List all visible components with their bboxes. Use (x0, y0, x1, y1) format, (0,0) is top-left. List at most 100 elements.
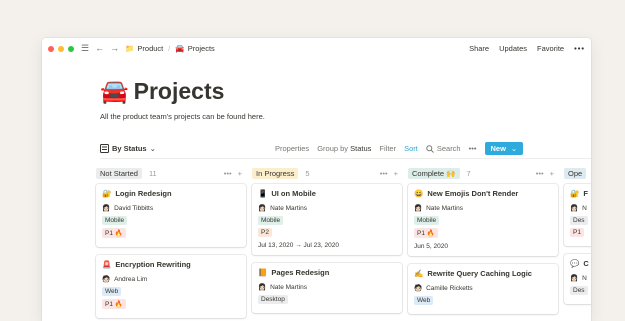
card-title: 💬 C (570, 259, 591, 268)
folder-icon: 📁 (125, 44, 135, 53)
updates-button[interactable]: Updates (499, 44, 527, 53)
column-more-button[interactable]: ••• (536, 169, 544, 178)
assignee-name: David Tibbitts (114, 204, 154, 212)
add-card-icon[interactable]: + (238, 169, 242, 178)
search-button[interactable]: Search (426, 144, 461, 153)
status-tag[interactable]: In Progress (252, 167, 299, 179)
column-more-button[interactable]: ••• (380, 169, 388, 178)
share-button[interactable]: Share (469, 44, 489, 53)
avatar: 👩🏻 (570, 275, 579, 282)
tag-list: Des P1 (570, 216, 591, 240)
card-emoji-icon: 🚨 (102, 260, 112, 269)
minimize-window-button[interactable] (58, 45, 64, 52)
card-title-text: Encryption Rewriting (115, 260, 191, 269)
page-title-text[interactable]: Projects (134, 80, 225, 103)
project-card[interactable]: 📱 UI on Mobile 👩🏻 Nate Martins Mobile P2 Jul 1… (252, 184, 402, 255)
card-emoji-icon: 🔐 (102, 189, 112, 198)
board-column: Complete 🙌 7 ••• + 😀 New Emojis Don't Render 👩… (408, 166, 558, 321)
assignee: 🧑🏻 Camille Ricketts (414, 284, 552, 293)
group-by-button[interactable]: Group by Status (317, 144, 371, 153)
card-emoji-icon: 🔐 (570, 189, 580, 198)
chevron-down-icon: ⌄ (149, 144, 156, 153)
avatar: 👩🏻 (258, 284, 267, 291)
project-card[interactable]: 📙 Pages Redesign 👩🏻 Nate Martins Desktop (252, 263, 402, 313)
status-tag[interactable]: Not Started (96, 167, 142, 179)
card-title: 😀 New Emojis Don't Render (414, 189, 552, 198)
forward-arrow-icon[interactable]: → (110, 44, 119, 53)
column-count: 11 (148, 168, 157, 178)
view-more-button[interactable]: ••• (469, 144, 477, 153)
favorite-button[interactable]: Favorite (537, 44, 564, 53)
board-column: Ope 🔐 F 👩🏻 N Des P1 💬 C 👩🏻 N Des (564, 166, 591, 321)
properties-button[interactable]: Properties (275, 144, 309, 153)
column-actions: ••• + (380, 169, 398, 178)
search-label: Search (436, 144, 461, 153)
new-button[interactable]: New ⌄ (484, 142, 524, 155)
tag-list: Web P1 🔥 (102, 287, 240, 312)
column-count: 5 (305, 168, 310, 178)
column-header: Complete 🙌 7 ••• + (408, 166, 558, 180)
page-header: 🚘 Projects All the product team's projec… (42, 59, 591, 122)
project-card[interactable]: 😀 New Emojis Don't Render 👩🏻 Nate Martins Mo… (408, 184, 558, 256)
breadcrumb-product[interactable]: Product (137, 44, 163, 53)
assignee-name: Nate Martins (426, 204, 463, 212)
new-button-label: New (490, 144, 506, 153)
status-tag[interactable]: Ope (564, 167, 587, 179)
assignee-name: Nate Martins (270, 204, 307, 212)
more-options-button[interactable]: ••• (574, 44, 585, 53)
assignee: 👩🏻 Nate Martins (258, 204, 396, 213)
column-more-button[interactable]: ••• (224, 169, 232, 178)
assignee: 👩🏻 N (570, 204, 591, 213)
priority-tag: P2 (258, 228, 272, 237)
board-column: In Progress 5 ••• + 📱 UI on Mobile 👩🏻 Nate Mart… (252, 166, 402, 321)
card-date: Jul 13, 2020 → Jul 23, 2020 (258, 242, 339, 249)
project-card[interactable]: ✍️ Rewrite Query Caching Logic 🧑🏻 Camille R… (408, 264, 558, 314)
platform-tag: Mobile (258, 216, 284, 225)
project-card[interactable]: 💬 C 👩🏻 N Des (564, 254, 591, 304)
project-card[interactable]: 🔐 F 👩🏻 N Des P1 (564, 184, 591, 246)
filter-button[interactable]: Filter (379, 144, 396, 153)
card-emoji-icon: 😀 (414, 189, 424, 198)
maximize-window-button[interactable] (68, 45, 74, 52)
sort-button[interactable]: Sort (404, 144, 418, 153)
add-card-icon[interactable]: + (550, 169, 554, 178)
card-title: 📱 UI on Mobile (258, 189, 396, 198)
project-card[interactable]: 🚨 Encryption Rewriting 🧑🏻 Andrea Lim Web P1 🔥 (96, 255, 246, 318)
close-window-button[interactable] (48, 45, 54, 52)
project-card[interactable]: 🔐 Login Redesign 👩🏻 David Tibbitts Mobile P1 … (96, 184, 246, 247)
status-tag[interactable]: Complete 🙌 (408, 167, 460, 179)
assignee: 👩🏻 David Tibbitts (102, 204, 240, 213)
breadcrumb-separator: / (168, 44, 171, 53)
avatar: 🧑🏻 (102, 276, 111, 283)
avatar: 👩🏻 (414, 205, 423, 212)
app-window: ☰ ← → 📁 Product / 🚘 Projects Share Updat… (42, 38, 591, 321)
view-selector[interactable]: By Status ⌄ (100, 144, 156, 153)
card-title-text: F (583, 189, 588, 198)
menu-icon[interactable]: ☰ (81, 44, 89, 53)
kanban-board: Not Started 11 ••• + 🔐 Login Redesign 👩🏻 David … (96, 166, 591, 321)
card-title-text: New Emojis Don't Render (427, 189, 519, 198)
assignee-name: N (582, 204, 587, 212)
page-description[interactable]: All the product team's projects can be f… (100, 112, 591, 121)
card-title-text: UI on Mobile (271, 189, 316, 198)
page-title: 🚘 Projects (100, 80, 591, 103)
chevron-down-icon[interactable]: ⌄ (511, 144, 517, 153)
tag-list: Mobile P1 🔥 (102, 216, 240, 241)
car-icon: 🚘 (175, 44, 185, 53)
add-card-icon[interactable]: + (394, 169, 398, 178)
column-header: Not Started 11 ••• + (96, 166, 246, 180)
back-arrow-icon[interactable]: ← (95, 44, 104, 53)
card-date: Jun 5, 2020 (414, 243, 448, 250)
platform-tag: Desktop (258, 295, 288, 304)
card-title: 🔐 Login Redesign (102, 189, 240, 198)
view-selector-label: By Status (112, 144, 147, 153)
card-title: 🔐 F (570, 189, 591, 198)
card-emoji-icon: 📱 (258, 189, 268, 198)
car-icon[interactable]: 🚘 (100, 80, 129, 103)
group-by-label: Group by (317, 144, 349, 153)
platform-tag: Des (570, 216, 588, 225)
tag-list: Mobile P1 🔥 (414, 216, 552, 241)
breadcrumb-projects[interactable]: Projects (188, 44, 215, 53)
window-controls (48, 45, 74, 52)
priority-tag: P1 (570, 228, 584, 237)
